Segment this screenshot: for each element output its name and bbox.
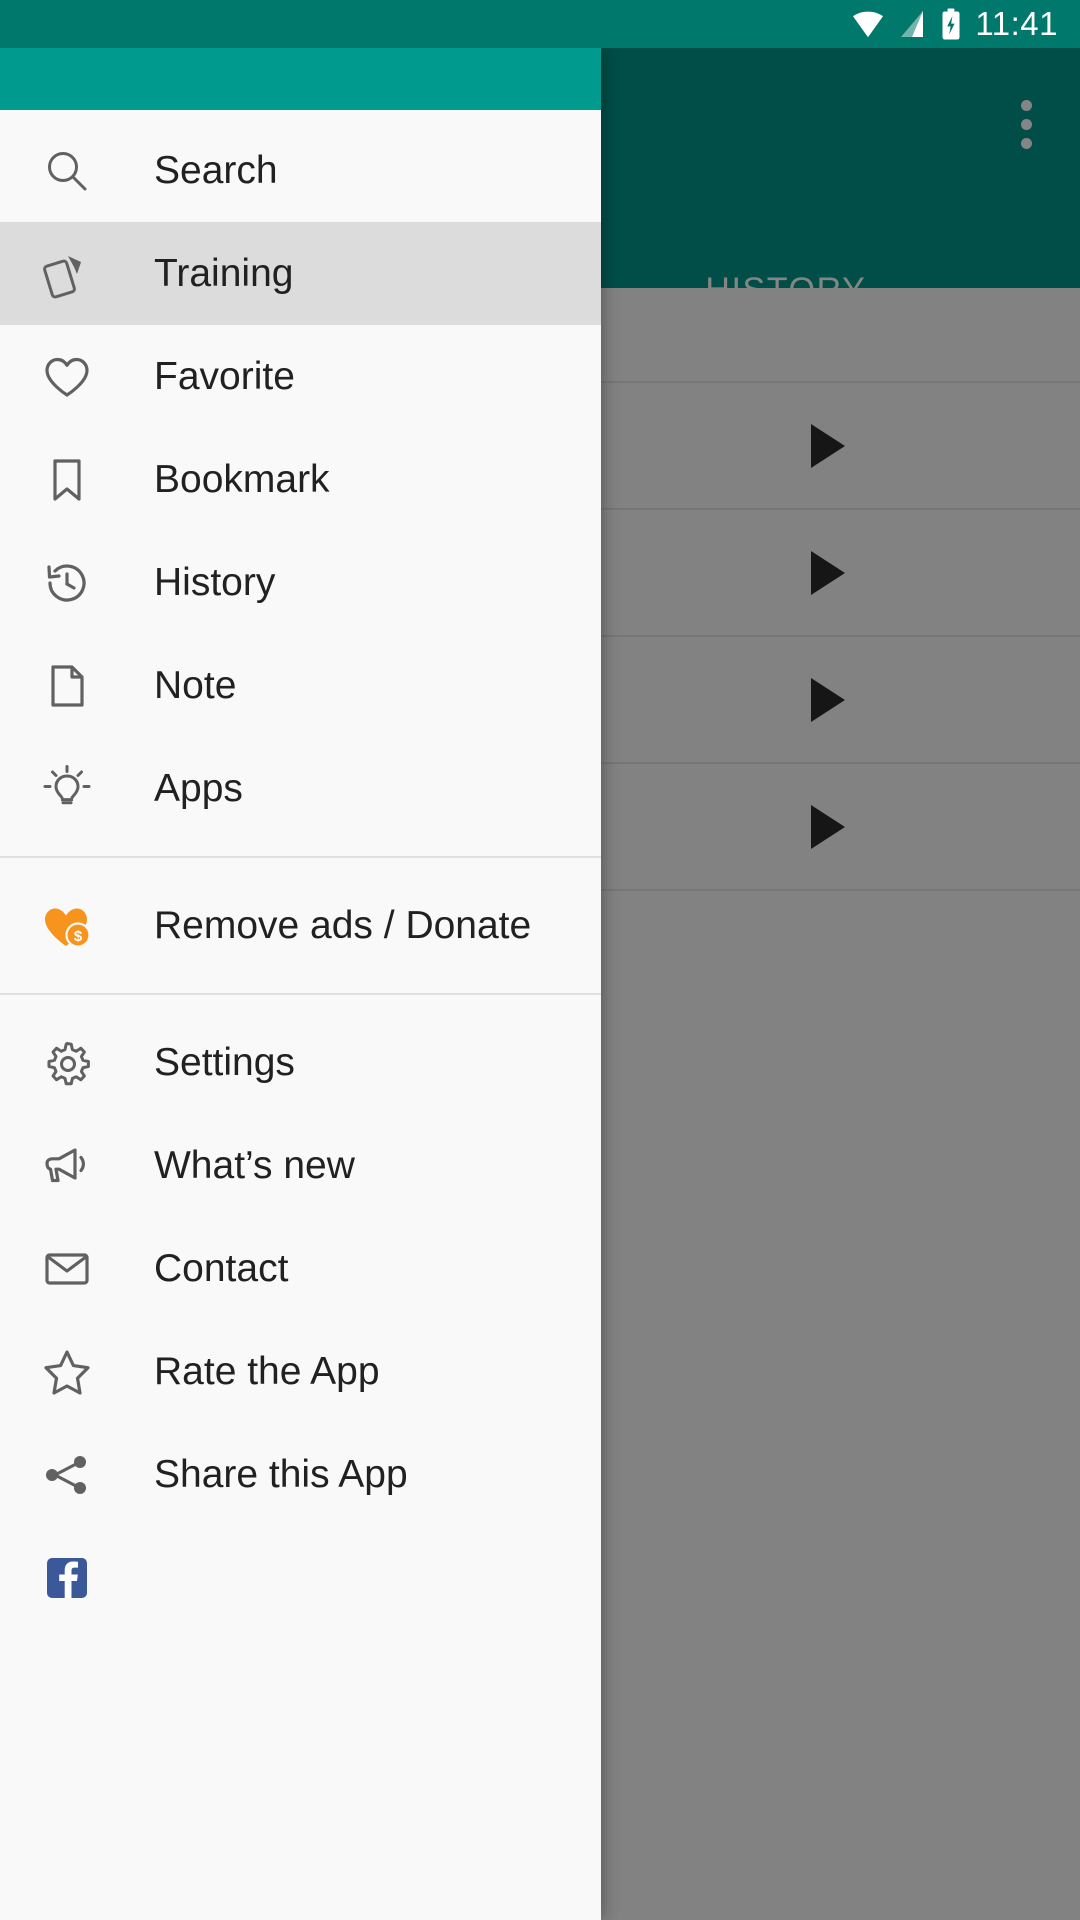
lightbulb-icon: [38, 760, 96, 818]
sidebar-item-label: Search: [154, 149, 278, 192]
search-icon: [38, 142, 96, 200]
group-padding: [0, 977, 601, 993]
sidebar-item-label: Settings: [154, 1041, 295, 1084]
envelope-icon: [38, 1240, 96, 1298]
more-vertical-icon[interactable]: [998, 96, 1054, 152]
sidebar-item-remove-ads-donate[interactable]: $ Remove ads / Donate: [0, 874, 601, 977]
sidebar-item-label: Training: [154, 252, 294, 295]
facebook-icon: [38, 1549, 96, 1607]
sidebar-item-label: What’s new: [154, 1144, 355, 1187]
star-outline-icon: [38, 1343, 96, 1401]
group-padding: [0, 840, 601, 856]
play-icon[interactable]: [811, 550, 845, 595]
sidebar-item-whats-new[interactable]: What’s new: [0, 1114, 601, 1217]
drawer-menu-group-primary: Search Training Favorite Bookmark Histor…: [0, 110, 601, 1629]
play-icon[interactable]: [811, 423, 845, 468]
sidebar-item-label: Share this App: [154, 1453, 408, 1496]
document-icon: [38, 657, 96, 715]
svg-text:$: $: [74, 928, 83, 945]
sidebar-item-share-this-app[interactable]: Share this App: [0, 1423, 601, 1526]
sidebar-item-history[interactable]: History: [0, 531, 601, 634]
sidebar-item-facebook[interactable]: [0, 1526, 601, 1629]
sidebar-item-apps[interactable]: Apps: [0, 737, 601, 840]
heart-outline-icon: [38, 348, 96, 406]
sidebar-item-label: Bookmark: [154, 458, 330, 501]
wifi-icon: [851, 10, 885, 38]
sidebar-item-favorite[interactable]: Favorite: [0, 325, 601, 428]
sidebar-item-label: Note: [154, 664, 237, 707]
list-top-spacer: [0, 110, 601, 119]
sidebar-item-label: History: [154, 561, 276, 604]
cards-icon: [38, 245, 96, 303]
sidebar-item-rate-the-app[interactable]: Rate the App: [0, 1320, 601, 1423]
gear-icon: [38, 1034, 96, 1092]
status-bar: 11:41: [0, 0, 1080, 48]
play-icon[interactable]: [811, 804, 845, 849]
sidebar-item-label: Remove ads / Donate: [154, 904, 532, 947]
drawer-header: [0, 48, 601, 110]
battery-charging-icon: [941, 8, 961, 40]
sidebar-item-bookmark[interactable]: Bookmark: [0, 428, 601, 531]
sidebar-item-search[interactable]: Search: [0, 119, 601, 222]
sidebar-item-contact[interactable]: Contact: [0, 1217, 601, 1320]
group-padding: [0, 858, 601, 874]
play-icon[interactable]: [811, 677, 845, 722]
megaphone-icon: [38, 1137, 96, 1195]
sidebar-item-note[interactable]: Note: [0, 634, 601, 737]
sidebar-item-label: Favorite: [154, 355, 295, 398]
sidebar-item-training[interactable]: Training: [0, 222, 601, 325]
sidebar-item-settings[interactable]: Settings: [0, 1011, 601, 1114]
donate-heart-icon: $: [38, 897, 96, 955]
group-padding: [0, 995, 601, 1011]
history-icon: [38, 554, 96, 612]
navigation-drawer[interactable]: Search Training Favorite Bookmark Histor…: [0, 48, 601, 1920]
share-icon: [38, 1446, 96, 1504]
bookmark-icon: [38, 451, 96, 509]
cell-signal-icon: [897, 10, 929, 38]
phone-screen: WORD BOOKMARK HISTORY: [0, 0, 1080, 1920]
sidebar-item-label: Rate the App: [154, 1350, 380, 1393]
sidebar-item-label: Contact: [154, 1247, 289, 1290]
status-bar-clock: 11:41: [975, 5, 1058, 42]
sidebar-item-label: Apps: [154, 767, 243, 810]
